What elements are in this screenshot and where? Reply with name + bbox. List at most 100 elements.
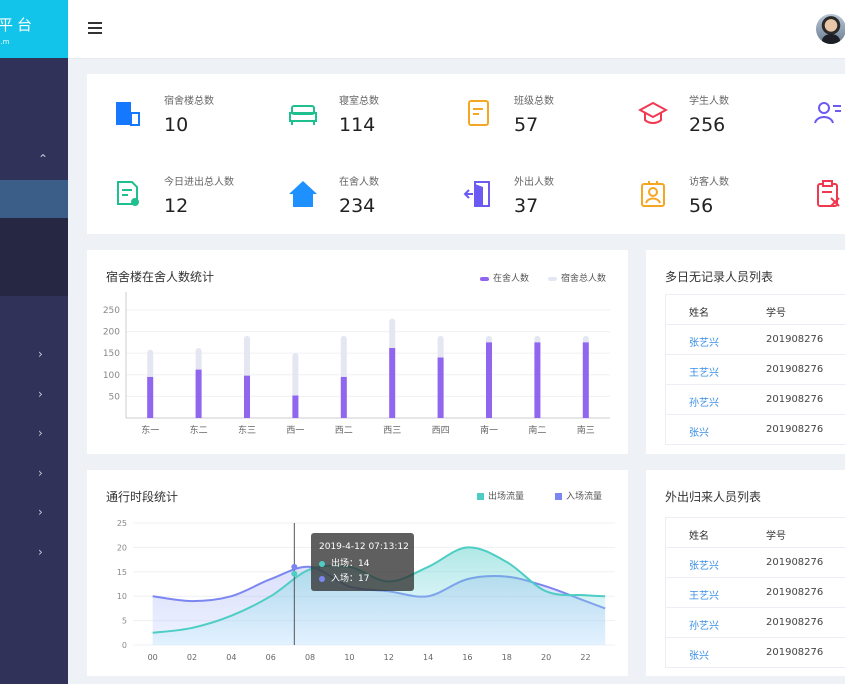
x-tick-label: 00 <box>148 653 158 662</box>
bar-in-dorm <box>534 342 541 418</box>
stat-value: 256 <box>689 114 726 136</box>
bar-in-dorm <box>195 369 202 418</box>
tooltip-out-value: 出场：14 <box>331 559 370 569</box>
x-tick-label: 东三 <box>238 424 256 436</box>
home-icon <box>289 181 317 207</box>
chevron-right-icon[interactable]: › <box>38 387 43 401</box>
x-tick-label: 12 <box>384 653 394 662</box>
x-tick-label: 06 <box>266 653 276 662</box>
student-id: 201908276 <box>766 334 824 345</box>
stat-label: 学生人数 <box>689 96 729 107</box>
y-tick-label: 200 <box>103 328 120 338</box>
stat-value: 37 <box>514 195 539 217</box>
building-icon <box>116 102 140 126</box>
col-name-header: 姓名 <box>689 308 709 319</box>
col-id-header: 学号 <box>766 308 786 319</box>
x-tick-label: 04 <box>226 653 236 662</box>
avatar[interactable] <box>816 14 845 44</box>
chevron-right-icon[interactable]: › <box>38 347 43 361</box>
y-tick-label: 5 <box>122 617 127 626</box>
y-tick-label: 10 <box>117 592 127 601</box>
menu-toggle-icon[interactable] <box>88 22 102 34</box>
stats-panel: 宿舍楼总数 10 寝室总数 114 班级总数 57 学生人数 256 今日进出总… <box>87 74 845 234</box>
x-tick-label: 20 <box>541 653 551 662</box>
table-row: 张兴 201908276 <box>666 638 845 667</box>
person-name-link[interactable]: 王艺兴 <box>689 587 719 602</box>
chevron-right-icon[interactable]: › <box>38 505 43 519</box>
sidebar-item-active[interactable] <box>0 180 68 218</box>
stat-value: 234 <box>339 195 376 217</box>
x-tick-label: 16 <box>462 653 472 662</box>
hover-point-out <box>291 570 298 577</box>
stat-label: 班级总数 <box>514 96 554 107</box>
person-name-link[interactable]: 张兴 <box>689 424 709 439</box>
student-id: 201908276 <box>766 364 824 375</box>
brand-logo[interactable]: 平台 ...m <box>0 0 68 58</box>
x-tick-label: 08 <box>305 653 315 662</box>
x-tick-label: 南一 <box>480 424 498 436</box>
stat-label: 寝室总数 <box>339 96 379 107</box>
bar-chart: 50 100 150 200 250 东一 东二 东三 西一 西二 西三 西四 南一 南二 南三 <box>103 292 610 436</box>
table-row: 孙艺兴 201908276 <box>666 608 845 638</box>
sidebar: 平台 ...m ⌃ › › › › › › <box>0 0 68 684</box>
student-id: 201908276 <box>766 647 824 658</box>
x-tick-label: 东二 <box>190 424 208 436</box>
col-name-header: 姓名 <box>689 531 709 542</box>
table-row: 张艺兴 201908276 <box>666 548 845 578</box>
bar-in-dorm <box>340 376 347 418</box>
bar-in-dorm <box>582 342 589 418</box>
stat-label: 宿舍楼总数 <box>164 96 214 107</box>
tooltip-out: 出场：14 <box>319 556 369 569</box>
sidebar-submenu <box>0 218 68 296</box>
y-tick-label: 150 <box>103 349 120 359</box>
person-name-link[interactable]: 张艺兴 <box>689 557 719 572</box>
person-name-link[interactable]: 张艺兴 <box>689 334 719 349</box>
person-name-link[interactable]: 王艺兴 <box>689 364 719 379</box>
student-id: 201908276 <box>766 424 824 435</box>
x-tick-label: 西二 <box>335 425 353 436</box>
x-tick-label: 西四 <box>432 425 450 436</box>
table2: 姓名 学号 张艺兴 201908276 王艺兴 201908276 孙艺兴 201908… <box>665 517 845 668</box>
stat-value: 57 <box>514 114 539 136</box>
student-id: 201908276 <box>766 394 824 405</box>
table1: 姓名 学号 张艺兴 201908276 王艺兴 201908276 孙艺兴 201908… <box>665 294 845 445</box>
table-row: 张艺兴 201908276 <box>666 325 845 355</box>
certificate-icon <box>117 181 139 206</box>
stat-label: 今日进出总人数 <box>164 177 234 188</box>
chevron-right-icon[interactable]: › <box>38 545 43 559</box>
x-tick-label: 南三 <box>577 424 595 436</box>
stat-label: 访客人数 <box>689 177 729 188</box>
student-id: 201908276 <box>766 557 824 568</box>
student-id: 201908276 <box>766 617 824 628</box>
stat-value: 12 <box>164 195 189 217</box>
chevron-up-icon[interactable]: ⌃ <box>38 152 48 166</box>
stat-user-list <box>787 74 845 134</box>
stat-value: 56 <box>689 195 714 217</box>
y-tick-label: 20 <box>117 543 127 552</box>
person-name-link[interactable]: 孙艺兴 <box>689 394 719 409</box>
tooltip-time: 2019-4-12 07:13:12 <box>319 542 409 552</box>
table-row: 张兴 201908276 <box>666 415 845 444</box>
chevron-right-icon[interactable]: › <box>38 426 43 440</box>
top-bar <box>68 0 845 59</box>
stat-clipboard <box>787 155 845 215</box>
chevron-right-icon[interactable]: › <box>38 466 43 480</box>
y-tick-label: 100 <box>103 371 120 381</box>
brand-subtitle: ...m <box>0 38 10 46</box>
bar-in-dorm <box>437 357 444 418</box>
x-tick-label: 18 <box>502 653 512 662</box>
x-tick-label: 22 <box>580 653 590 662</box>
student-id: 201908276 <box>766 587 824 598</box>
returned-panel: 外出归来人员列表 姓名 学号 张艺兴 201908276 王艺兴 201908276 … <box>646 470 845 676</box>
table1-title: 多日无记录人员列表 <box>665 270 774 284</box>
table-header: 姓名 学号 <box>666 518 845 548</box>
person-name-link[interactable]: 孙艺兴 <box>689 617 719 632</box>
graduation-cap-icon <box>638 101 668 124</box>
stat-in-dorm: 在舍人数 234 <box>262 155 437 217</box>
stat-label: 在舍人数 <box>339 177 379 188</box>
chart-tooltip: 2019-4-12 07:13:12 出场：14 入场：17 <box>311 533 414 591</box>
person-name-link[interactable]: 张兴 <box>689 647 709 662</box>
bar-in-dorm <box>244 375 250 418</box>
hover-point-in <box>291 563 298 570</box>
x-tick-label: 南二 <box>528 424 546 436</box>
